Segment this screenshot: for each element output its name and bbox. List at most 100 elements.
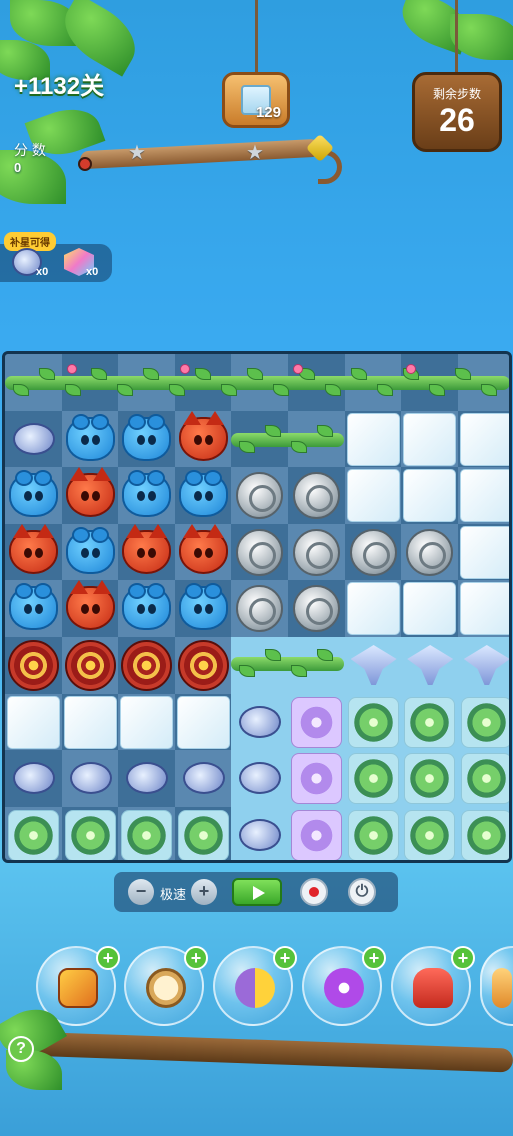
board-cell[interactable] [457, 580, 509, 638]
speed-increase-button[interactable]: + [191, 879, 217, 905]
board-cell[interactable] [118, 523, 176, 581]
board-cell[interactable] [401, 523, 459, 581]
add-booster-button[interactable]: + [273, 946, 297, 970]
board-cell[interactable] [288, 580, 345, 638]
eye [80, 547, 89, 558]
board-cell[interactable] [5, 580, 62, 638]
rope [455, 0, 458, 74]
board-cell[interactable] [5, 467, 62, 525]
board-cell[interactable] [401, 580, 459, 638]
board-cell[interactable] [5, 806, 62, 860]
board-cell[interactable] [457, 467, 509, 525]
board-cell[interactable] [288, 467, 345, 525]
board-cell[interactable] [174, 637, 232, 694]
board-cell[interactable] [457, 693, 509, 751]
eye [24, 547, 32, 558]
help-button[interactable]: ? [8, 1036, 34, 1062]
board-cell[interactable] [118, 410, 176, 468]
board-cell[interactable] [457, 637, 509, 694]
board-cell[interactable] [231, 750, 289, 808]
board-cell[interactable] [457, 410, 509, 468]
board-cell[interactable] [401, 467, 459, 525]
vine-leaf [351, 368, 367, 380]
board-cell[interactable] [457, 750, 509, 808]
top-left-foliage [0, 0, 160, 230]
silver-coin-blocker [293, 472, 340, 520]
board-cell[interactable] [118, 467, 176, 525]
board-cell[interactable] [457, 806, 509, 860]
board-cell[interactable] [344, 580, 402, 638]
board-cell[interactable] [61, 523, 119, 581]
board-cell[interactable] [231, 693, 289, 751]
board-cell[interactable] [457, 523, 509, 581]
fish-piece [13, 762, 55, 795]
board-cell[interactable] [118, 750, 176, 808]
board-cell[interactable] [61, 467, 119, 525]
board-cell[interactable] [174, 750, 232, 808]
board-cell[interactable] [401, 410, 459, 468]
eye [137, 547, 146, 558]
board-cell[interactable] [401, 637, 459, 694]
board-cell[interactable] [344, 523, 402, 581]
board-cell[interactable] [118, 693, 176, 751]
power-button[interactable]: ⏻ [348, 878, 376, 906]
vine-leaf [325, 384, 341, 396]
green-flower-tile [64, 809, 116, 860]
shuffle-board-icon [58, 968, 98, 1008]
eye [148, 604, 157, 615]
board-cell[interactable] [174, 580, 232, 638]
board-cell[interactable] [344, 410, 402, 468]
board-cell[interactable] [5, 637, 62, 694]
board-cell[interactable] [5, 693, 62, 751]
board-cell[interactable] [118, 580, 176, 638]
board-cell[interactable] [344, 637, 402, 694]
board-cell[interactable] [61, 410, 119, 468]
board-cell[interactable] [288, 806, 345, 860]
board-cell[interactable] [401, 750, 459, 808]
add-booster-button[interactable]: + [362, 946, 386, 970]
add-booster-button[interactable]: + [451, 946, 475, 970]
board-cell[interactable] [344, 750, 402, 808]
board-cell[interactable] [231, 580, 289, 638]
score-panel: 分 数 0 [14, 140, 46, 175]
booster-count: x0 [86, 266, 99, 278]
record-button[interactable] [300, 878, 328, 906]
board-cell[interactable] [118, 806, 176, 860]
board-cell[interactable] [61, 637, 119, 694]
board-cell[interactable] [61, 806, 119, 860]
board-cell[interactable] [344, 467, 402, 525]
board-cell[interactable] [231, 467, 289, 525]
vine-leaf [65, 384, 81, 396]
silver-coin-blocker [406, 528, 454, 576]
green-flower-tile [460, 809, 509, 860]
board-cell[interactable] [61, 693, 119, 751]
board-cell[interactable] [174, 523, 232, 581]
board-cell[interactable] [288, 693, 345, 751]
add-booster-button[interactable]: + [96, 946, 120, 970]
vine-leaf [265, 425, 281, 437]
board-cell[interactable] [174, 806, 232, 860]
board-cell[interactable] [344, 693, 402, 751]
board-cell[interactable] [288, 523, 345, 581]
booster-bubble-more[interactable] [480, 946, 513, 1026]
board-cell[interactable] [401, 693, 459, 751]
board-cell[interactable] [174, 467, 232, 525]
speed-decrease-button[interactable]: − [128, 879, 154, 905]
board-cell[interactable] [231, 523, 289, 581]
board-cell[interactable] [118, 637, 176, 694]
play-button[interactable] [232, 878, 282, 906]
board-cell[interactable] [174, 410, 232, 468]
board-cell[interactable] [61, 750, 119, 808]
add-booster-button[interactable]: + [184, 946, 208, 970]
eye [137, 491, 146, 502]
board-cell[interactable] [5, 750, 62, 808]
board-cell[interactable] [288, 750, 345, 808]
board-cell[interactable] [401, 806, 459, 860]
board-cell[interactable] [344, 806, 402, 860]
board-cell[interactable] [231, 806, 289, 860]
board-cell[interactable] [5, 523, 62, 581]
vine-flower [293, 364, 303, 374]
board-cell[interactable] [174, 693, 232, 751]
board-cell[interactable] [61, 580, 119, 638]
board-cell[interactable] [5, 410, 62, 468]
